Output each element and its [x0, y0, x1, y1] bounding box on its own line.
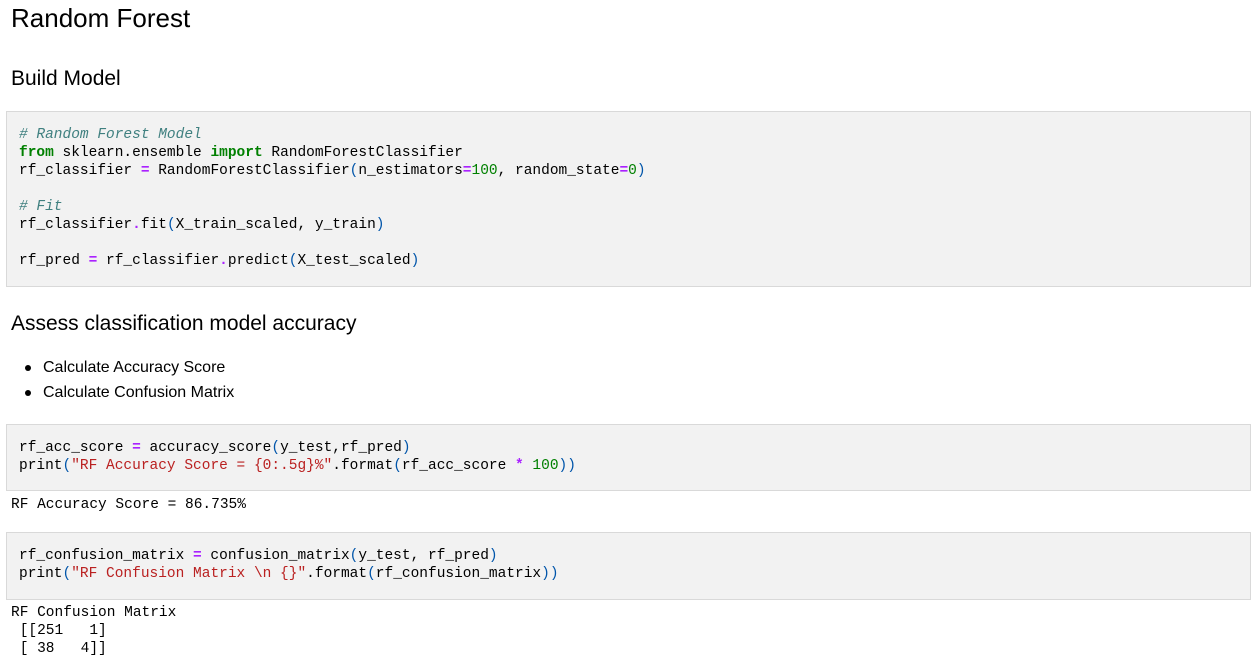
paren: ) [488, 548, 498, 564]
number: 0 [628, 163, 637, 179]
call-args: y_test,rf_pred [280, 440, 402, 456]
list-item: Calculate Accuracy Score [22, 355, 234, 380]
arg-name: random_state [515, 163, 620, 179]
paren: ( [393, 458, 402, 474]
operator: * [515, 458, 524, 474]
bullet-dot [25, 390, 31, 396]
call-args: rf_confusion_matrix [375, 566, 542, 582]
paren: ) [636, 163, 646, 179]
paren: )) [541, 566, 559, 582]
operator: = [193, 548, 202, 564]
keyword-import: import [210, 145, 263, 161]
paren: ) [375, 217, 385, 233]
code-input: rf_confusion_matrix = confusion_matrix ( y… [19, 547, 559, 583]
function-name: accuracy_score [140, 440, 272, 456]
call-args: rf_acc_score [401, 458, 516, 474]
page-title: Random Forest [11, 3, 191, 33]
confusion-matrix-output: RF Confusion Matrix [[251 1] [ 38 4]] [11, 605, 177, 657]
constructor: RandomForestClassifier [149, 163, 350, 179]
list-item-label: Calculate Confusion Matrix [43, 384, 235, 401]
method-name: .format [306, 566, 368, 582]
operator: . [132, 217, 141, 233]
paren: ( [62, 566, 72, 582]
operator: = [132, 440, 141, 456]
accuracy-output: RF Accuracy Score = 86.735% [11, 497, 246, 513]
paren: ) [401, 440, 411, 456]
code-input: rf_acc_score = accuracy_score(y_test,rf_… [19, 439, 576, 475]
object-name: rf_classifier [19, 217, 133, 233]
function-name: print [19, 458, 63, 474]
operator: = [462, 163, 472, 179]
list-item-label: Calculate Accuracy Score [43, 359, 226, 376]
operator: = [619, 163, 629, 179]
assess-heading: Assess classification model accuracy [11, 312, 357, 335]
paren: ( [271, 440, 281, 456]
operator: . [219, 253, 228, 269]
module-name: sklearn.ensemble [53, 145, 211, 161]
bullet-dot [25, 365, 31, 371]
method-name: fit [140, 217, 167, 233]
build-model-heading: Build Model [11, 67, 121, 90]
function-name: confusion_matrix [201, 548, 350, 564]
method-name: .format [332, 458, 394, 474]
assign-lhs: rf_classifier [19, 163, 141, 179]
string-literal: "RF Confusion Matrix \n {}" [71, 566, 307, 582]
number: 100 [471, 163, 498, 179]
call-args: X_test_scaled [297, 253, 411, 269]
number: 100 [532, 458, 559, 474]
code-cell-accuracy[interactable]: rf_acc_score = accuracy_score(y_test,rf_… [6, 424, 1251, 491]
paren: ( [166, 217, 176, 233]
paren: )) [558, 458, 576, 474]
assign-lhs: rf_confusion_matrix [19, 548, 194, 564]
operator: = [140, 163, 150, 179]
paren: ( [367, 566, 376, 582]
code-comment: # Random Forest Model [19, 127, 202, 143]
bullet-list: Calculate Accuracy Score Calculate Confu… [22, 355, 234, 405]
assign-lhs: rf_acc_score [19, 440, 133, 456]
object-name: rf_classifier [97, 253, 220, 269]
paren: ) [410, 253, 420, 269]
import-name: RandomForestClassifier [262, 145, 463, 161]
code-input: # Random Forest Model from sklearn.ensemb… [19, 126, 646, 270]
keyword-from: from [19, 145, 54, 161]
code-cell-build-model[interactable]: # Random Forest Model from sklearn.ensemb… [6, 111, 1251, 287]
call-args: X_train_scaled, y_train [175, 217, 376, 233]
comma: , [497, 163, 516, 179]
call-args: y_test, rf_pred [358, 548, 489, 564]
arg-name: n_estimators [358, 163, 463, 179]
code-cell-confusion-matrix[interactable]: rf_confusion_matrix = confusion_matrix ( y… [6, 532, 1251, 600]
function-name: print [19, 566, 63, 582]
string-literal: "RF Accuracy Score = {0:.5g}%" [71, 458, 333, 474]
code-comment: # Fit [19, 199, 63, 215]
method-name: predict [227, 253, 289, 269]
assign-lhs: rf_pred [19, 253, 89, 269]
list-item: Calculate Confusion Matrix [22, 380, 234, 405]
paren: ( [62, 458, 72, 474]
